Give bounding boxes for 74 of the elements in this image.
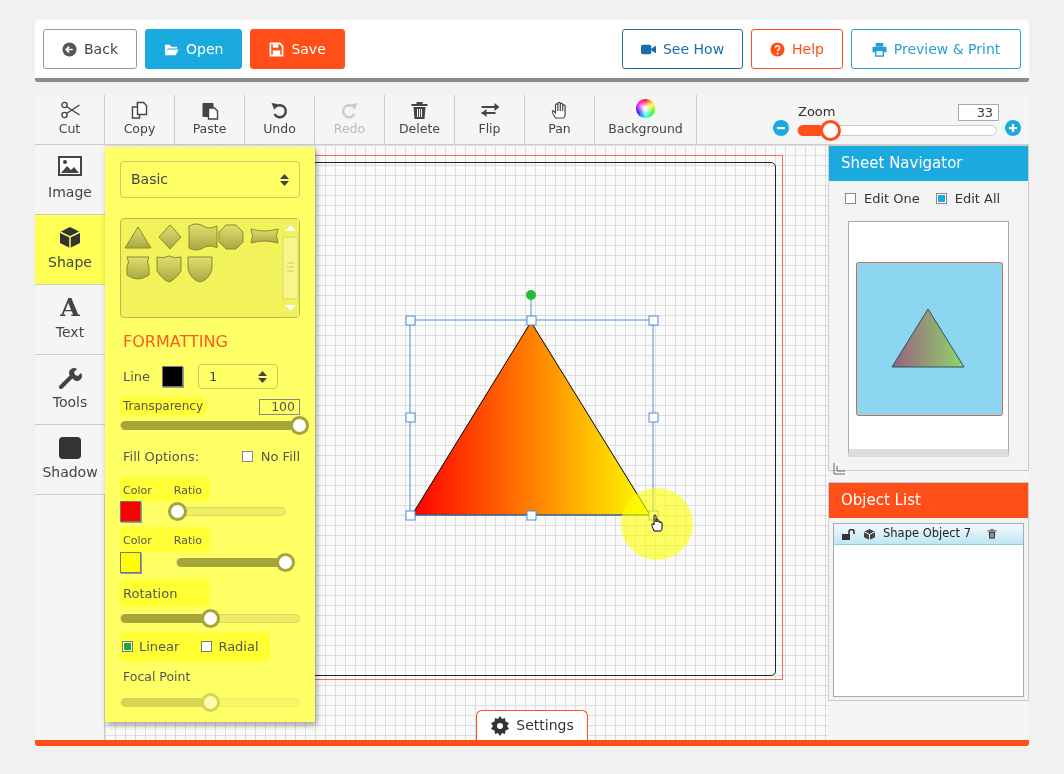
line-label: Line	[123, 367, 151, 386]
gradient-type-radio[interactable]	[122, 641, 133, 653]
gradient-type-label: Radial	[218, 638, 259, 656]
wrench-icon	[58, 366, 82, 390]
tool-button[interactable]: Copy	[105, 95, 175, 144]
settings-button[interactable]: Settings	[476, 710, 588, 740]
slider-handle[interactable]	[276, 552, 295, 572]
slider-handle[interactable]	[168, 502, 187, 521]
undo-arrow-icon	[269, 101, 290, 121]
up-down-caret-icon	[258, 370, 268, 383]
gradient-type-radio[interactable]	[201, 641, 213, 653]
question-circle-icon	[770, 41, 786, 57]
tool-button[interactable]: Delete	[385, 95, 455, 144]
color-label: Color	[123, 482, 152, 499]
color-label: Color	[123, 533, 152, 549]
slider-handle[interactable]	[290, 416, 309, 435]
back-button[interactable]: Back	[43, 29, 137, 69]
side-tab[interactable]: Tools	[35, 355, 105, 425]
tool-button[interactable]: Pan	[525, 95, 595, 144]
tool-button[interactable]: Cut	[35, 95, 105, 144]
object-list-item[interactable]: Shape Object 7	[834, 524, 1023, 545]
edit-mode-checkbox[interactable]	[845, 193, 856, 205]
slider-handle[interactable]	[201, 609, 220, 628]
settings-icon	[490, 715, 511, 736]
trash-icon	[409, 101, 430, 121]
zoom-label: Zoom	[797, 102, 836, 121]
trash-icon	[987, 528, 997, 540]
tool-button[interactable]: Undo	[245, 95, 315, 144]
tool-button[interactable]: Background	[595, 95, 697, 144]
gradient-type-label: Linear	[139, 638, 180, 656]
ratio-label: Ratio	[173, 533, 202, 549]
zoom-value-field[interactable]: 33	[958, 104, 999, 121]
up-down-caret-icon	[280, 173, 289, 186]
plus-circle-icon	[1005, 120, 1021, 136]
tool-button[interactable]: Paste	[175, 95, 245, 144]
resize-corner-icon	[833, 463, 845, 475]
transparency-value-field[interactable]: 100	[259, 399, 300, 415]
cube-icon	[58, 226, 82, 250]
edit-mode-checkbox[interactable]	[935, 193, 947, 205]
line-width-select[interactable]: 1	[198, 364, 279, 389]
no-fill-checkbox[interactable]	[241, 451, 253, 463]
minus-circle-icon	[773, 120, 789, 136]
printer-icon	[871, 41, 887, 57]
side-tab[interactable]: A Text	[35, 285, 105, 355]
circle-arrow-left-icon	[62, 41, 77, 57]
ratio-label: Ratio	[173, 482, 202, 499]
video-button[interactable]: See How	[621, 29, 744, 69]
scissors-icon	[59, 101, 80, 121]
copy-icon	[129, 101, 150, 121]
category-select[interactable]: Basic	[120, 161, 300, 198]
panel-header: Sheet Navigator	[829, 146, 1028, 181]
fill-color-swatch[interactable]	[120, 551, 141, 573]
no-fill-label: No Fill	[260, 448, 300, 466]
side-tab[interactable]: Shape	[35, 215, 105, 285]
side-tab[interactable]: Image	[35, 145, 105, 215]
transparency-label: Transparency	[120, 397, 207, 415]
edit-mode-label: Edit All	[954, 190, 1001, 208]
letter-icon: A	[60, 296, 80, 320]
rotation-label: Rotation	[120, 578, 210, 607]
hand-cursor-icon	[651, 514, 665, 532]
side-tab[interactable]: Shadow	[35, 425, 105, 495]
fill-color-swatch[interactable]	[120, 501, 141, 522]
focal-point-label: Focal Point	[123, 667, 192, 686]
line-color-swatch[interactable]	[162, 366, 184, 387]
panel-header: Object List	[829, 483, 1028, 518]
dark-square-icon	[58, 436, 82, 460]
redo-arrow-icon	[339, 101, 360, 121]
tool-button[interactable]: Flip	[455, 95, 525, 144]
edit-mode-label: Edit One	[864, 190, 920, 208]
color-wheel-icon	[636, 99, 655, 119]
zoom-slider-handle[interactable]	[819, 120, 841, 141]
formatting-heading: FORMATTING	[123, 331, 229, 353]
fill-options-label: Fill Options:	[123, 448, 200, 466]
cube-icon	[864, 528, 875, 540]
